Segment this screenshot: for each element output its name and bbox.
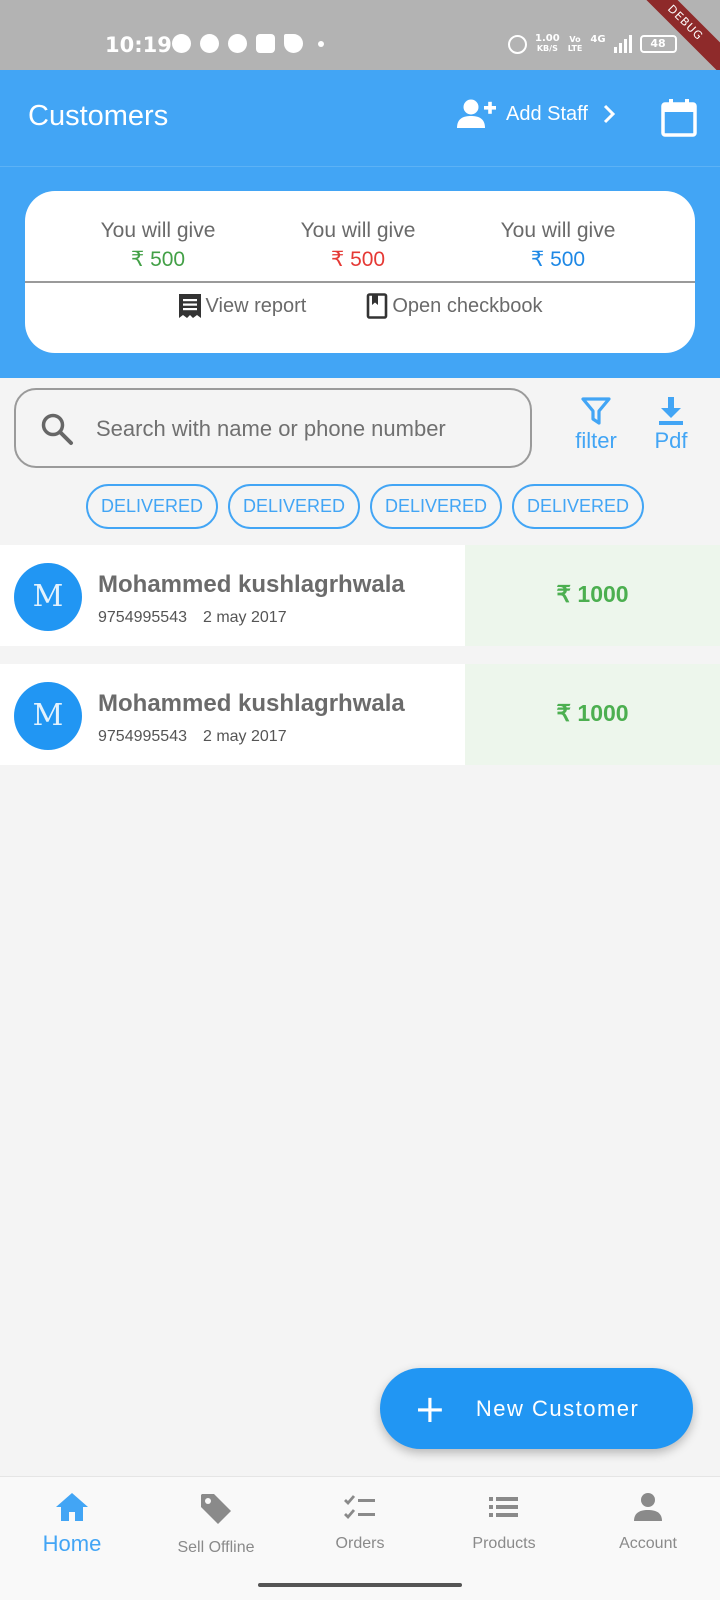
- list-icon: [489, 1497, 518, 1517]
- new-customer-button[interactable]: + New Customer: [380, 1368, 693, 1449]
- snapchat-icon: [228, 34, 247, 53]
- status-time: 10:19: [105, 33, 172, 57]
- filter-icon: [581, 397, 611, 425]
- summary-column: You will give ₹ 500: [58, 219, 258, 272]
- nav-home-label: Home: [42, 1531, 102, 1556]
- status-filter-chips: DELIVERED DELIVERED DELIVERED DELIVERED: [86, 484, 644, 529]
- system-icons: 1.00 KB/S Vo LTE 4G 48: [508, 34, 677, 54]
- summary-label: You will give: [300, 219, 416, 242]
- more-notifications-dot: [318, 40, 324, 47]
- summary-amount: ₹ 500: [330, 248, 386, 271]
- view-report-button[interactable]: View report: [178, 293, 307, 319]
- plus-icon: +: [414, 1386, 446, 1431]
- customer-amount: ₹ 1000: [556, 581, 629, 607]
- customer-meta: 9754995543 2 may 2017: [98, 728, 287, 746]
- avatar: M: [14, 682, 82, 750]
- customer-amount: ₹ 1000: [556, 700, 629, 726]
- summary-amount: ₹ 500: [130, 248, 186, 271]
- notification-icons: [172, 34, 324, 53]
- status-bar: 10:19 1.00 KB/S Vo LTE 4G 48 DEBUG: [0, 0, 720, 84]
- volte-indicator: Vo LTE: [567, 35, 583, 53]
- search-bar: [14, 388, 532, 468]
- checklist-icon: [344, 1495, 375, 1520]
- whatsapp-icon: [172, 34, 191, 53]
- net-speed: 1.00 KB/S: [535, 33, 560, 54]
- add-person-icon: [457, 99, 496, 128]
- summary-column: You will give ₹ 500: [458, 219, 658, 272]
- skype-icon: [256, 34, 275, 53]
- view-report-label: View report: [205, 294, 307, 317]
- customer-row[interactable]: M Mohammed kushlagrhwala 9754995543 2 may…: [0, 545, 720, 646]
- filter-chip[interactable]: DELIVERED: [228, 484, 360, 529]
- filter-label: filter: [575, 428, 617, 453]
- calendar-icon: [661, 99, 697, 137]
- summary-amount: ₹ 500: [530, 248, 586, 271]
- person-icon: [634, 1493, 662, 1521]
- customer-row[interactable]: M Mohammed kushlagrhwala 9754995543 2 may…: [0, 664, 720, 765]
- battery-icon: 48: [639, 35, 677, 53]
- nav-sell-offline-label: Sell Offline: [177, 1539, 255, 1556]
- add-staff-button[interactable]: Add Staff: [456, 98, 620, 130]
- summary-column: You will give ₹ 500: [258, 219, 458, 272]
- customer-date: 2 may 2017: [202, 728, 287, 745]
- home-indicator: [258, 1583, 462, 1587]
- filter-button[interactable]: filter: [566, 396, 626, 454]
- search-input[interactable]: [96, 412, 516, 446]
- new-customer-label: New Customer: [475, 1395, 640, 1421]
- filter-chip[interactable]: DELIVERED: [370, 484, 502, 529]
- filter-chip[interactable]: DELIVERED: [86, 484, 218, 529]
- book-icon: [367, 293, 388, 319]
- nav-home[interactable]: Home: [0, 1477, 144, 1600]
- alarm-icon: [508, 34, 527, 54]
- tag-icon: [201, 1494, 231, 1524]
- customer-phone: 9754995543: [98, 728, 187, 745]
- customer-name: Mohammed kushlagrhwala: [98, 571, 405, 598]
- download-icon: [659, 397, 683, 425]
- open-checkbook-button[interactable]: Open checkbook: [366, 293, 542, 319]
- customer-meta: 9754995543 2 may 2017: [98, 609, 287, 627]
- summary-divider: [25, 281, 695, 283]
- nav-account[interactable]: Account: [576, 1477, 720, 1600]
- summary-card: You will give ₹ 500 You will give ₹ 500 …: [25, 191, 695, 353]
- calendar-button[interactable]: [660, 98, 698, 142]
- telegram-icon: [284, 34, 303, 53]
- summary-columns: You will give ₹ 500 You will give ₹ 500 …: [25, 219, 695, 272]
- pdf-label: Pdf: [654, 428, 688, 453]
- home-icon: [56, 1493, 88, 1521]
- report-actions: View report Open checkbook: [25, 293, 695, 319]
- avatar: M: [14, 563, 82, 631]
- add-staff-label: Add Staff: [506, 102, 588, 125]
- summary-label: You will give: [100, 219, 216, 242]
- app-bar: Customers Add Staff: [0, 70, 720, 166]
- nav-orders[interactable]: Orders: [288, 1477, 432, 1600]
- bottom-navigation: Home Sell Offline Orders Products Accoun…: [0, 1476, 720, 1600]
- customer-date: 2 may 2017: [202, 609, 287, 626]
- page-title: Customers: [28, 100, 169, 132]
- filter-chip[interactable]: DELIVERED: [512, 484, 644, 529]
- receipt-icon: [178, 294, 201, 318]
- pdf-download-button[interactable]: Pdf: [646, 396, 696, 454]
- chevron-right-icon: [603, 104, 616, 124]
- nav-products[interactable]: Products: [432, 1477, 576, 1600]
- customer-name: Mohammed kushlagrhwala: [98, 690, 405, 717]
- summary-label: You will give: [500, 219, 616, 242]
- signal-icon: [613, 35, 632, 53]
- nav-products-label: Products: [472, 1535, 536, 1552]
- search-icon: [41, 413, 73, 445]
- network-type: 4G: [590, 33, 606, 45]
- open-checkbook-label: Open checkbook: [392, 294, 543, 317]
- chat-bubble-icon: [200, 34, 219, 53]
- customer-amount-cell: ₹ 1000: [465, 664, 720, 765]
- nav-sell-offline[interactable]: Sell Offline: [144, 1477, 288, 1600]
- nav-orders-label: Orders: [335, 1535, 385, 1552]
- customer-phone: 9754995543: [98, 609, 187, 626]
- customer-amount-cell: ₹ 1000: [465, 545, 720, 646]
- nav-account-label: Account: [619, 1535, 677, 1552]
